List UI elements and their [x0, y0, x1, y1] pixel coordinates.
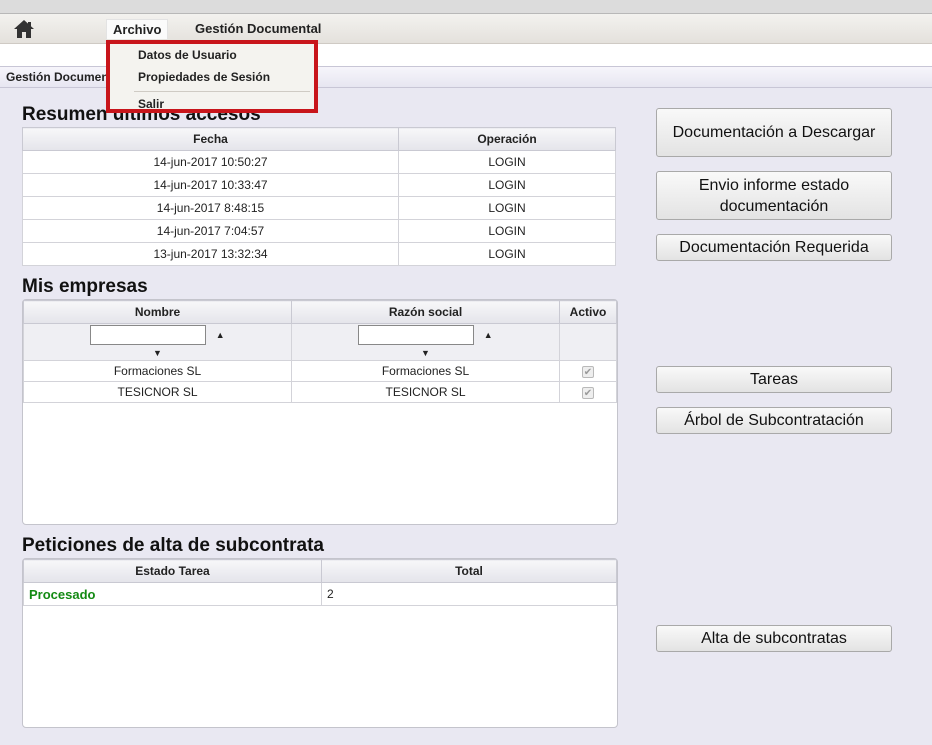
- cell-activo: ✔: [559, 381, 617, 403]
- window-top-strip: [0, 0, 932, 14]
- menu-archivo[interactable]: Archivo: [106, 19, 169, 39]
- filter-input-razon-social[interactable]: [358, 325, 475, 345]
- section-title-empresas: Mis empresas: [22, 276, 148, 297]
- empresas-grid-box: Nombre Razón social Activo ▲ ▼ ▲ ▼ Formaci…: [22, 299, 618, 525]
- cell-fecha: 14-jun-2017 7:04:57: [22, 219, 399, 243]
- filter-cell-nombre: ▲ ▼: [23, 323, 292, 361]
- cell-activo: ✔: [559, 360, 617, 382]
- peticiones-grid-box: Estado Tarea Total Procesado 2: [22, 558, 618, 728]
- arbol-subcontratacion-button[interactable]: Árbol de Subcontratación: [656, 407, 892, 434]
- menu-item-datos-usuario[interactable]: Datos de Usuario: [138, 46, 237, 64]
- cell-estado-tarea[interactable]: Procesado: [23, 582, 322, 606]
- cell-operacion: LOGIN: [398, 219, 616, 243]
- filter-cell-razon-social: ▲ ▼: [291, 323, 560, 361]
- empresas-table: Nombre Razón social Activo ▲ ▼ ▲ ▼ Formaci…: [23, 300, 617, 403]
- cell-nombre: Formaciones SL: [23, 360, 292, 382]
- menu-separator: [134, 91, 310, 92]
- activo-checkbox[interactable]: ✔: [582, 365, 594, 378]
- documentacion-requerida-button[interactable]: Documentación Requerida: [656, 234, 892, 261]
- cell-operacion: LOGIN: [398, 242, 616, 266]
- table-row[interactable]: TESICNOR SL TESICNOR SL ✔: [23, 381, 617, 403]
- table-row[interactable]: Procesado 2: [23, 582, 617, 606]
- menu-gestion-documental[interactable]: Gestión Documental: [189, 19, 327, 39]
- cell-razon-social: TESICNOR SL: [291, 381, 560, 403]
- table-row[interactable]: Formaciones SL Formaciones SL ✔: [23, 360, 617, 382]
- cell-nombre: TESICNOR SL: [23, 381, 292, 403]
- cell-total: 2: [321, 582, 617, 606]
- column-header-operacion[interactable]: Operación: [398, 127, 616, 151]
- table-row[interactable]: 14-jun-2017 10:33:47 LOGIN: [22, 173, 616, 197]
- peticiones-table: Estado Tarea Total Procesado 2: [23, 559, 617, 606]
- column-header-total[interactable]: Total: [321, 559, 617, 583]
- cell-fecha: 13-jun-2017 13:32:34: [22, 242, 399, 266]
- column-header-razon-social[interactable]: Razón social: [291, 300, 560, 324]
- column-header-estado-tarea[interactable]: Estado Tarea: [23, 559, 322, 583]
- activo-checkbox[interactable]: ✔: [582, 386, 594, 399]
- home-icon[interactable]: [12, 18, 36, 40]
- menu-item-propiedades-sesion[interactable]: Propiedades de Sesión: [138, 68, 270, 86]
- filter-input-nombre[interactable]: [90, 325, 207, 345]
- cell-razon-social: Formaciones SL: [291, 360, 560, 382]
- column-header-nombre[interactable]: Nombre: [23, 300, 292, 324]
- alta-subcontratas-button[interactable]: Alta de subcontratas: [656, 625, 892, 652]
- cell-operacion: LOGIN: [398, 150, 616, 174]
- table-row[interactable]: 13-jun-2017 13:32:34 LOGIN: [22, 242, 616, 266]
- menu-item-salir[interactable]: Salir: [138, 95, 164, 113]
- column-header-activo[interactable]: Activo: [559, 300, 617, 324]
- tareas-button[interactable]: Tareas: [656, 366, 892, 393]
- cell-fecha: 14-jun-2017 10:33:47: [22, 173, 399, 197]
- documentacion-descargar-button[interactable]: Documentación a Descargar: [656, 108, 892, 157]
- archivo-dropdown-menu: Datos de Usuario Propiedades de Sesión S…: [106, 40, 318, 113]
- filter-cell-activo: [559, 323, 617, 361]
- column-header-fecha[interactable]: Fecha: [22, 127, 399, 151]
- envio-informe-button[interactable]: Envio informe estado documentación: [656, 171, 892, 220]
- cell-fecha: 14-jun-2017 10:50:27: [22, 150, 399, 174]
- accesos-table: Fecha Operación 14-jun-2017 10:50:27 LOGI…: [22, 127, 616, 266]
- table-row[interactable]: 14-jun-2017 8:48:15 LOGIN: [22, 196, 616, 220]
- table-row[interactable]: 14-jun-2017 7:04:57 LOGIN: [22, 219, 616, 243]
- table-row[interactable]: 14-jun-2017 10:50:27 LOGIN: [22, 150, 616, 174]
- section-title-peticiones: Peticiones de alta de subcontrata: [22, 535, 324, 556]
- cell-operacion: LOGIN: [398, 173, 616, 197]
- cell-operacion: LOGIN: [398, 196, 616, 220]
- cell-fecha: 14-jun-2017 8:48:15: [22, 196, 399, 220]
